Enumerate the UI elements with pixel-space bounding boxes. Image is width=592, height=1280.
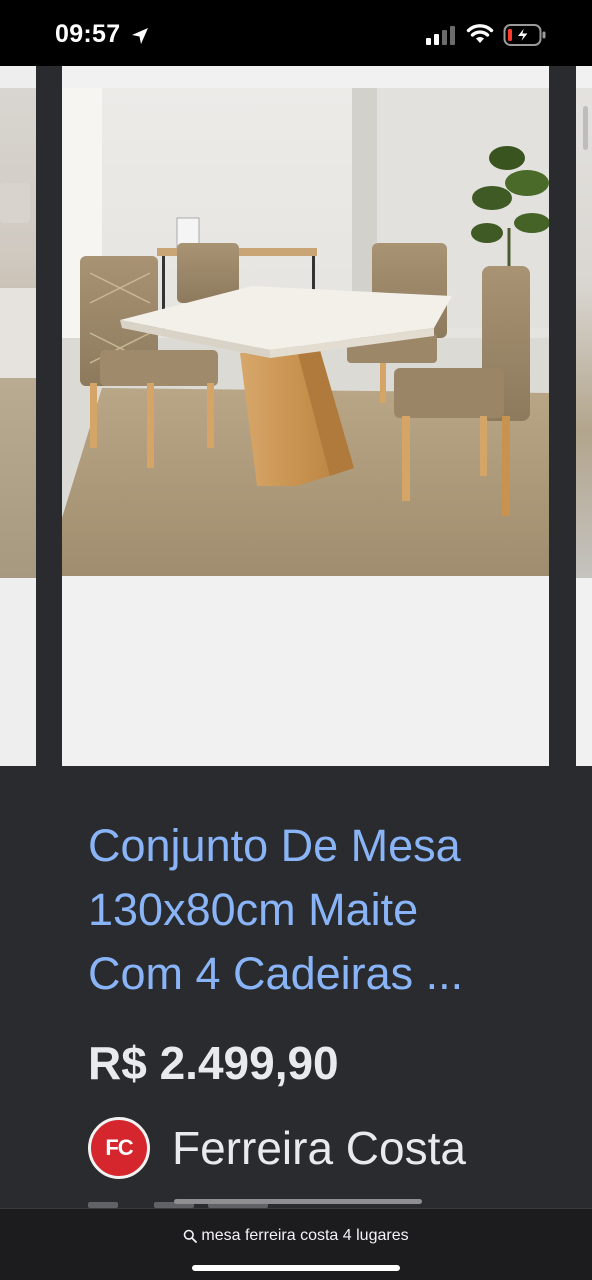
next-result-image: [576, 88, 592, 578]
scroll-indicator: [583, 106, 588, 150]
location-arrow-icon: [132, 28, 148, 44]
cellular-signal-icon: [426, 26, 455, 45]
next-result-card[interactable]: [576, 66, 592, 766]
status-bar: 09:57: [0, 0, 592, 66]
store-name: Ferreira Costa: [172, 1122, 466, 1174]
status-time: 09:57: [55, 20, 121, 48]
previous-result-card[interactable]: [0, 66, 36, 766]
search-icon: [184, 1229, 198, 1243]
home-indicator[interactable]: [192, 1265, 400, 1271]
product-title-line-3: Com 4 Cadeiras ...: [88, 948, 464, 999]
image-carousel[interactable]: Conjunto De Mesa 130x80cm Maite Com 4 Ca…: [0, 66, 592, 1208]
product-title-line-2: 130x80cm Maite: [88, 884, 419, 935]
product-image: [62, 88, 549, 576]
screen: 09:57 Conjunto De Mesa 130x80cm Maite Co…: [0, 0, 592, 1280]
address-bar[interactable]: mesa ferreira costa 4 lugares: [0, 1227, 592, 1245]
product-price: R$ 2.499,90: [88, 1037, 339, 1089]
battery-charging-icon: [503, 24, 546, 46]
product-title-link[interactable]: Conjunto De Mesa 130x80cm Maite Com 4 Ca…: [88, 814, 528, 1006]
search-query-text: mesa ferreira costa 4 lugares: [201, 1227, 409, 1244]
browser-bottom-bar: mesa ferreira costa 4 lugares: [0, 1199, 592, 1280]
product-card[interactable]: Conjunto De Mesa 130x80cm Maite Com 4 Ca…: [62, 66, 549, 1208]
store-logo: FC: [88, 1117, 150, 1179]
product-title-line-1: Conjunto De Mesa: [88, 820, 461, 871]
product-image-area[interactable]: [62, 66, 549, 766]
store-row[interactable]: FC Ferreira Costa: [88, 1116, 466, 1180]
previous-result-image: [0, 88, 36, 578]
wifi-icon: [466, 24, 494, 43]
sheet-handle[interactable]: [174, 1199, 422, 1204]
